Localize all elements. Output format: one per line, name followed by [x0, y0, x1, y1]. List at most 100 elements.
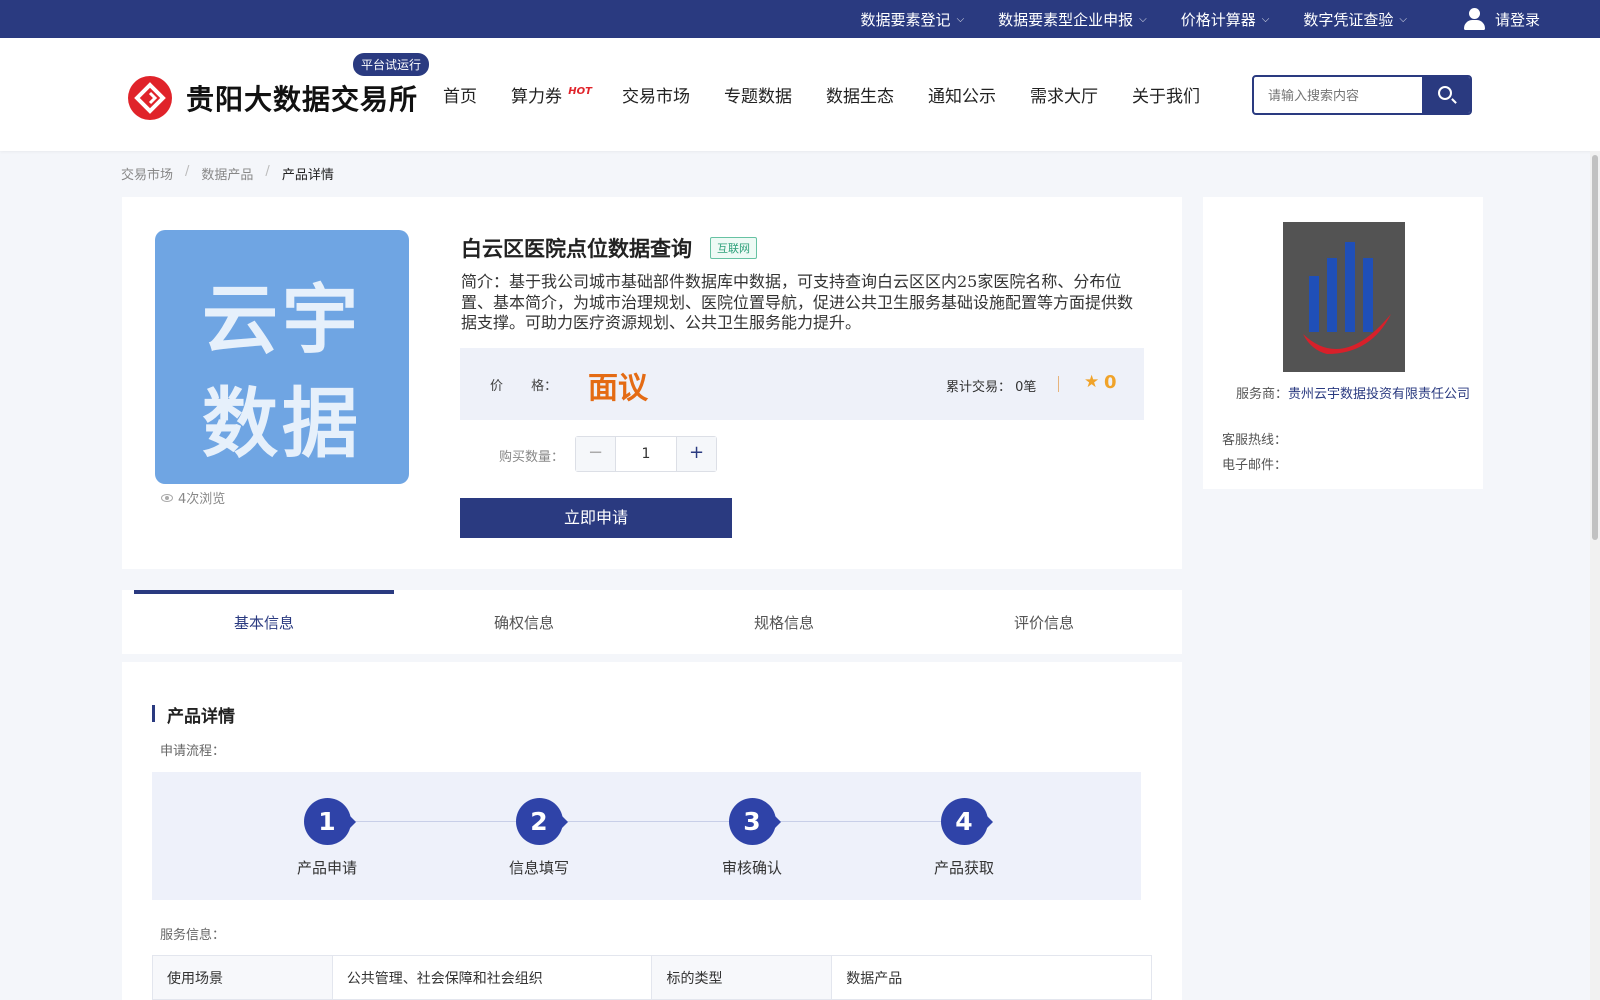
menu-data-registration[interactable]: 数据要素登记 ⌵ — [861, 9, 965, 30]
nav-home[interactable]: 首页 — [443, 82, 477, 107]
menu-label: 数据要素登记 — [860, 10, 951, 29]
detail-tabs: 基本信息 确权信息 规格信息 评价信息 — [122, 590, 1182, 654]
top-utility-bar: 数据要素登记 ⌵ 数据要素型企业申报 ⌵ 价格计算器 ⌵ 数字凭证查验 ⌵ 请登录 — [0, 0, 1600, 38]
increase-button[interactable]: + — [676, 437, 716, 471]
view-count-text: 4次浏览 — [178, 492, 226, 507]
step-name: 信息填写 — [508, 859, 569, 877]
tab-rights-info[interactable]: 确权信息 — [394, 590, 654, 654]
price-value: 面议 — [588, 371, 648, 406]
breadcrumb-current: 产品详情 — [281, 168, 334, 183]
application-flow: 1 产品申请 2 信息填写 3 审核确认 4 产品获取 — [152, 772, 1141, 900]
apply-button[interactable]: 立即申请 — [460, 498, 732, 538]
chevron-down-icon: ⌵ — [1399, 13, 1407, 25]
flow-step: 1 产品申请 — [267, 798, 387, 878]
trade-label: 累计交易： — [946, 380, 1012, 395]
search-input[interactable] — [1254, 77, 1424, 113]
trade-count: 累计交易： 0笔 — [946, 376, 1036, 395]
service-provider-row: 服务商：贵州云宇数据投资有限责任公司 — [1236, 387, 1476, 402]
section-title: 产品详情 — [152, 702, 235, 727]
step-number: 2 — [515, 798, 568, 845]
step-name: 产品申请 — [296, 859, 357, 877]
search-button[interactable] — [1422, 77, 1470, 113]
step-number: 1 — [303, 798, 356, 845]
nav-label: 算力券 — [511, 87, 562, 107]
menu-label: 数据要素型企业申报 — [998, 10, 1134, 29]
flow-step: 2 信息填写 — [479, 798, 599, 878]
product-title: 白云区医院点位数据查询 — [461, 236, 692, 261]
product-image-text: 数据 — [202, 379, 362, 468]
table-cell-key: 标的类型 — [651, 955, 833, 1000]
tab-basic-info[interactable]: 基本信息 — [134, 590, 394, 654]
logo-icon[interactable] — [128, 76, 172, 120]
top-menu: 数据要素登记 ⌵ 数据要素型企业申报 ⌵ 价格计算器 ⌵ 数字凭证查验 ⌵ 请登录 — [827, 0, 1540, 38]
chevron-down-icon: ⌵ — [1261, 13, 1270, 25]
nav-demand-hall[interactable]: 需求大厅 — [1030, 82, 1098, 107]
nav-about[interactable]: 关于我们 — [1132, 82, 1200, 107]
chevron-down-icon: ⌵ — [956, 13, 965, 25]
login-link[interactable]: 请登录 — [1463, 7, 1540, 31]
tab-spec-info[interactable]: 规格信息 — [654, 590, 914, 654]
step-name: 产品获取 — [933, 859, 994, 877]
eye-icon — [161, 493, 173, 502]
menu-label: 价格计算器 — [1180, 10, 1256, 29]
category-tag: 互联网 — [710, 237, 757, 259]
trade-value: 0笔 — [1015, 380, 1037, 395]
service-info-table: 使用场景 公共管理、社会保障和社会组织 标的类型 数据产品 — [152, 955, 1152, 1000]
chevron-down-icon: ⌵ — [1139, 13, 1147, 25]
breadcrumb-data-products[interactable]: 数据产品 — [201, 164, 253, 183]
step-name: 审核确认 — [721, 859, 782, 877]
quantity-stepper: − 1 + — [575, 436, 717, 472]
price-label: 价 格： — [490, 379, 558, 394]
company-logo — [1283, 222, 1405, 372]
email-label: 电子邮件： — [1222, 458, 1288, 473]
view-count: 4次浏览 — [161, 488, 225, 507]
breadcrumb-separator: / — [265, 164, 270, 179]
beta-badge: 平台试运行 — [353, 53, 430, 76]
divider — [1058, 376, 1059, 392]
flow-step: 4 产品获取 — [904, 798, 1024, 878]
service-provider-label: 服务商： — [1236, 387, 1289, 402]
nav-topic-data[interactable]: 专题数据 — [724, 82, 792, 107]
breadcrumb-market[interactable]: 交易市场 — [121, 164, 173, 183]
product-image: 云宇 数据 — [155, 230, 409, 484]
menu-label: 数字凭证查验 — [1303, 10, 1394, 29]
nav-notices[interactable]: 通知公示 — [928, 82, 996, 107]
quantity-input[interactable]: 1 — [616, 437, 676, 471]
flow-label: 申请流程： — [160, 744, 226, 759]
nav-ecosystem[interactable]: 数据生态 — [826, 82, 894, 107]
search-icon — [1438, 86, 1452, 100]
search-box — [1252, 75, 1472, 115]
nav-market[interactable]: 交易市场 — [622, 82, 690, 107]
flow-step: 3 审核确认 — [692, 798, 812, 878]
table-cell-value: 公共管理、社会保障和社会组织 — [331, 955, 653, 1000]
service-info-label: 服务信息： — [160, 928, 226, 943]
rating-value: 0 — [1104, 372, 1117, 393]
hotline-label: 客服热线： — [1222, 433, 1288, 448]
quantity-label: 购买数量： — [499, 450, 565, 465]
table-row: 使用场景 公共管理、社会保障和社会组织 标的类型 数据产品 — [152, 955, 1152, 1000]
scrollbar-thumb[interactable] — [1592, 155, 1598, 540]
menu-certificate-check[interactable]: 数字凭证查验 ⌵ — [1303, 9, 1407, 30]
step-number: 4 — [940, 798, 993, 845]
breadcrumb: 交易市场 / 数据产品 / 产品详情 — [121, 164, 334, 183]
product-image-text: 云宇 — [202, 275, 362, 364]
menu-enterprise-declaration[interactable]: 数据要素型企业申报 ⌵ — [998, 9, 1147, 30]
service-provider-link[interactable]: 贵州云宇数据投资有限责任公司 — [1288, 387, 1470, 402]
main-nav: 首页 算力券 HOT 交易市场 专题数据 数据生态 通知公示 需求大厅 关于我们 — [443, 82, 1234, 107]
table-cell-key: 使用场景 — [152, 955, 333, 1000]
tab-review-info[interactable]: 评价信息 — [914, 590, 1174, 654]
decrease-button[interactable]: − — [576, 437, 616, 471]
login-label: 请登录 — [1494, 10, 1540, 29]
nav-compute-voucher[interactable]: 算力券 HOT — [511, 82, 592, 107]
star-icon: ★ — [1084, 372, 1100, 392]
site-logo-text[interactable]: 贵阳大数据交易所 — [186, 78, 418, 118]
flow-connector — [337, 821, 967, 822]
hot-badge: HOT — [568, 86, 592, 97]
step-number: 3 — [728, 798, 781, 845]
breadcrumb-separator: / — [185, 164, 190, 179]
price-panel: 价 格： 面议 累计交易： 0笔 ★ 0 — [460, 348, 1144, 420]
product-intro: 简介：基于我公司城市基础部件数据库中数据，可支持查询白云区区内25家医院名称、分… — [461, 272, 1134, 332]
user-icon — [1463, 7, 1485, 31]
menu-price-calculator[interactable]: 价格计算器 ⌵ — [1181, 9, 1270, 30]
main-header: 贵阳大数据交易所 平台试运行 首页 算力券 HOT 交易市场 专题数据 数据生态 … — [0, 38, 1600, 151]
